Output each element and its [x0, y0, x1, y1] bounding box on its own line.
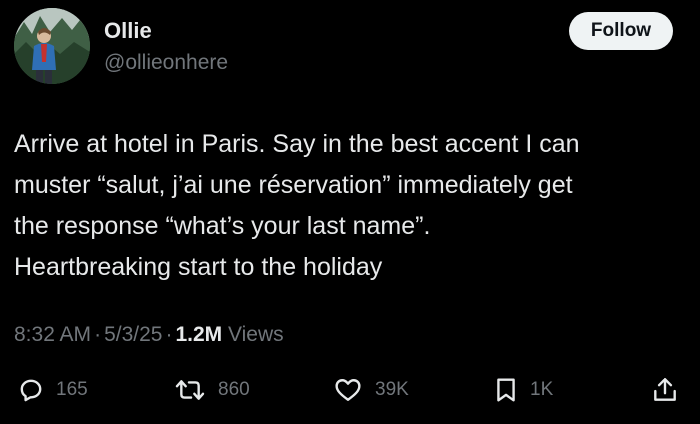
tweet-meta: 8:32 AM · 5/3/25 · 1.2M Views	[14, 321, 284, 349]
reply-button[interactable]: 165	[18, 370, 88, 410]
tweet-text-line: Heartbreaking start to the holiday	[14, 253, 383, 281]
retweet-count: 860	[218, 379, 250, 400]
tweet-card: Ollie @ollieonhere Follow Arrive at hote…	[0, 0, 700, 424]
separator-dot: ·	[94, 323, 102, 346]
views-count[interactable]: 1.2M	[175, 323, 222, 346]
retweet-icon	[175, 380, 205, 400]
author-display-name[interactable]: Ollie	[104, 18, 152, 44]
tweet-text-line: the response “what’s your last name”.	[14, 212, 431, 240]
avatar[interactable]	[14, 8, 90, 84]
retweet-button[interactable]: 860	[174, 370, 250, 410]
tweet-text: Arrive at hotel in Paris. Say in the bes…	[14, 124, 684, 288]
share-button[interactable]	[652, 370, 678, 410]
reply-count: 165	[56, 379, 88, 400]
bookmark-button[interactable]: 1K	[494, 370, 553, 410]
bookmark-icon	[497, 378, 515, 402]
action-bar: 165 860 39K 1K	[0, 370, 700, 410]
views-label[interactable]: Views	[228, 323, 284, 346]
tweet-date[interactable]: 5/3/25	[104, 323, 162, 346]
tweet-text-line: muster “salut, j’ai une réservation” imm…	[14, 171, 573, 199]
reply-icon	[20, 379, 42, 402]
like-button[interactable]: 39K	[333, 370, 409, 410]
follow-button[interactable]: Follow	[569, 12, 673, 50]
share-icon	[654, 378, 676, 401]
heart-icon	[335, 379, 361, 401]
bookmark-count: 1K	[530, 379, 554, 400]
author-handle[interactable]: @ollieonhere	[104, 50, 228, 76]
like-count: 39K	[375, 379, 409, 400]
tweet-time[interactable]: 8:32 AM	[14, 323, 91, 346]
tweet-text-line: Arrive at hotel in Paris. Say in the bes…	[14, 130, 580, 158]
avatar-photo-icon	[14, 8, 90, 84]
separator-dot: ·	[165, 323, 173, 346]
